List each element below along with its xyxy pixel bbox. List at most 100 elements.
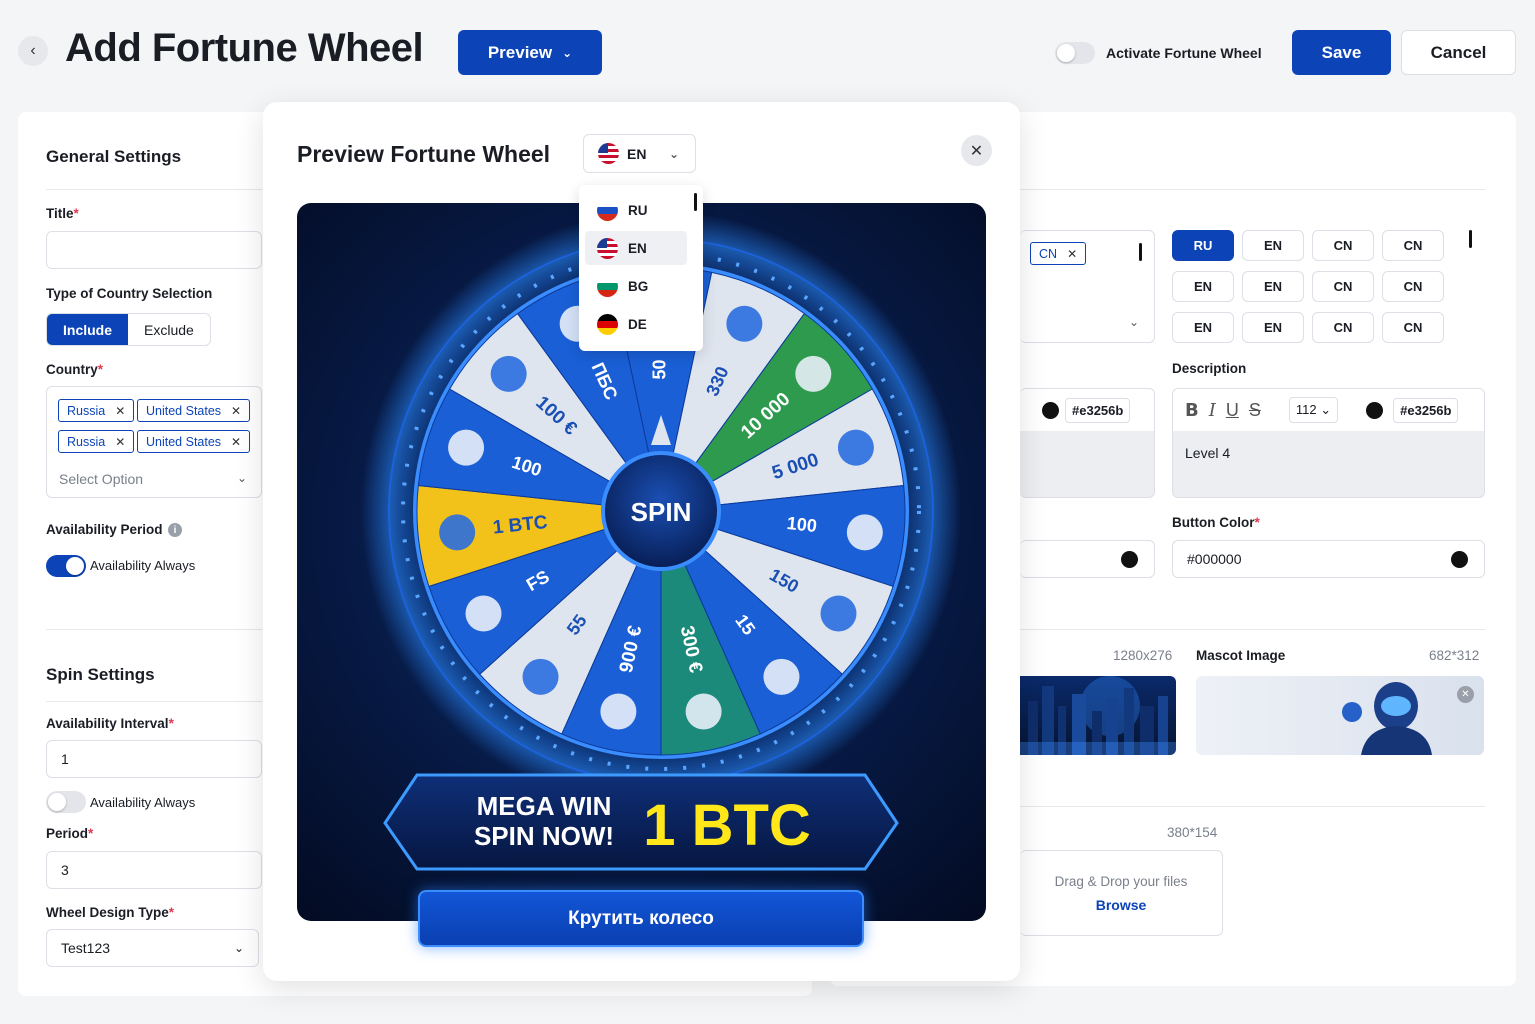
- button-color-input[interactable]: #000000: [1172, 540, 1485, 578]
- robot-image: [1196, 676, 1484, 755]
- title-label: Title*: [46, 206, 79, 221]
- language-select[interactable]: EN ⌄: [583, 134, 696, 173]
- language-grid-button[interactable]: CN: [1382, 230, 1444, 261]
- mascot-dimensions: 682*312: [1429, 648, 1480, 663]
- background-image[interactable]: [1020, 676, 1176, 755]
- title-editor[interactable]: #e3256b: [1020, 388, 1155, 498]
- language-option-en[interactable]: EN: [585, 231, 687, 265]
- language-option-label: RU: [628, 202, 648, 218]
- logo-dimensions: 380*154: [1167, 825, 1218, 840]
- mascot-image[interactable]: ✕: [1196, 676, 1484, 755]
- close-icon[interactable]: ✕: [231, 404, 241, 418]
- availability-always-label: Availability Always: [90, 558, 196, 573]
- language-option-de[interactable]: DE: [585, 307, 687, 341]
- color-dot[interactable]: [1042, 401, 1059, 419]
- browse-link[interactable]: Browse: [1020, 897, 1222, 913]
- language-grid-button[interactable]: CN: [1312, 312, 1374, 343]
- language-multiselect[interactable]: CN ✕ ⌄: [1020, 230, 1155, 343]
- color-dot[interactable]: [1451, 550, 1468, 568]
- de-flag-icon: [597, 313, 618, 335]
- segment-prize-icon: [846, 514, 883, 551]
- chevron-down-icon: ⌄: [668, 146, 679, 161]
- preview-button-label: Preview: [487, 42, 553, 62]
- bold-icon[interactable]: B: [1185, 400, 1199, 421]
- editor-toolbar: B I U S 112 ⌄ #e3256b: [1173, 389, 1484, 431]
- title-input[interactable]: [46, 231, 262, 269]
- segment-prize-icon: [763, 658, 800, 695]
- wheel-segment-label: 50: [650, 359, 670, 379]
- divider: [46, 701, 262, 702]
- language-option-bg[interactable]: BG: [585, 269, 687, 303]
- close-icon[interactable]: ✕: [115, 435, 125, 449]
- description-text: Level 4: [1185, 445, 1231, 461]
- italic-icon[interactable]: I: [1209, 400, 1216, 421]
- design-type-value: Test123: [61, 940, 111, 956]
- language-grid-button[interactable]: EN: [1242, 312, 1304, 343]
- chevron-down-icon: ⌄: [233, 941, 244, 955]
- preview-button[interactable]: Preview ⌄: [458, 30, 602, 75]
- spin-hub-label: SPIN: [631, 497, 692, 527]
- underline-icon[interactable]: U: [1226, 400, 1239, 421]
- activate-toggle[interactable]: [1055, 42, 1095, 64]
- file-dropzone[interactable]: Drag & Drop your files Browse: [1020, 850, 1223, 936]
- language-grid-button[interactable]: EN: [1242, 271, 1304, 302]
- segment-prize-icon: [726, 305, 763, 342]
- language-grid-button[interactable]: EN: [1172, 271, 1234, 302]
- hex-chip[interactable]: #e3256b: [1065, 397, 1131, 423]
- close-icon[interactable]: ✕: [231, 435, 241, 449]
- language-option-ru[interactable]: RU: [585, 193, 687, 227]
- scrollbar[interactable]: [1469, 230, 1472, 248]
- segment-prize-icon: [820, 595, 857, 632]
- spin-wheel-button[interactable]: Крутить колесо: [418, 890, 864, 947]
- font-size-select[interactable]: 112 ⌄: [1288, 397, 1339, 423]
- segment-prize-icon: [522, 658, 559, 695]
- divider: [1020, 629, 1485, 630]
- spin-settings-title: Spin Settings: [46, 665, 155, 684]
- hex-chip[interactable]: #e3256b: [1393, 397, 1459, 423]
- segment-prize-icon: [465, 595, 502, 632]
- scrollbar[interactable]: [694, 193, 697, 211]
- drop-text: Drag & Drop your files: [1054, 874, 1188, 889]
- info-icon[interactable]: i: [168, 523, 182, 537]
- color-dot[interactable]: [1366, 401, 1384, 419]
- language-grid-button[interactable]: CN: [1312, 230, 1374, 261]
- close-icon[interactable]: ✕: [115, 404, 125, 418]
- period-input[interactable]: 3: [46, 851, 262, 889]
- cancel-button[interactable]: Cancel: [1401, 30, 1516, 75]
- color-input[interactable]: [1020, 540, 1155, 578]
- language-chip: CN ✕: [1030, 242, 1087, 265]
- divider: [1020, 806, 1485, 807]
- segment-prize-icon: [600, 693, 637, 730]
- close-icon[interactable]: ✕: [1067, 247, 1077, 261]
- country-multiselect[interactable]: Russia ✕ United States ✕ Russia ✕ United St…: [46, 386, 262, 498]
- availability-always-label: Availability Always: [90, 795, 196, 810]
- segment-prize-icon: [439, 514, 476, 551]
- exclude-option[interactable]: Exclude: [128, 314, 210, 345]
- description-editor[interactable]: B I U S 112 ⌄ #e3256b Level 4: [1172, 388, 1485, 498]
- back-button[interactable]: ‹: [18, 36, 48, 66]
- close-icon[interactable]: ✕: [1457, 686, 1474, 703]
- language-grid-button[interactable]: CN: [1312, 271, 1374, 302]
- interval-label: Availability Interval*: [46, 716, 174, 731]
- scrollbar[interactable]: [1139, 243, 1142, 261]
- interval-input[interactable]: 1: [46, 740, 262, 778]
- chevron-left-icon: ‹: [30, 42, 36, 59]
- country-chip: United States ✕: [137, 430, 251, 453]
- chevron-down-icon: ⌄: [1129, 315, 1140, 329]
- mascot-label: Mascot Image: [1196, 648, 1286, 663]
- design-type-select[interactable]: Test123 ⌄: [46, 929, 259, 967]
- color-dot[interactable]: [1121, 550, 1138, 568]
- save-button[interactable]: Save: [1292, 30, 1391, 75]
- include-option[interactable]: Include: [47, 314, 129, 345]
- bg-flag-icon: [597, 275, 618, 297]
- language-grid-button[interactable]: EN: [1242, 230, 1304, 261]
- us-flag-icon: [597, 237, 618, 259]
- language-grid-button[interactable]: CN: [1382, 271, 1444, 302]
- language-grid-button[interactable]: CN: [1382, 312, 1444, 343]
- language-grid-button[interactable]: RU: [1172, 230, 1234, 261]
- language-grid-button[interactable]: EN: [1172, 312, 1234, 343]
- availability-always-toggle[interactable]: [46, 791, 86, 813]
- close-modal-button[interactable]: ✕: [961, 135, 992, 166]
- availability-always-toggle[interactable]: [46, 555, 86, 577]
- strikethrough-icon[interactable]: S: [1249, 400, 1261, 421]
